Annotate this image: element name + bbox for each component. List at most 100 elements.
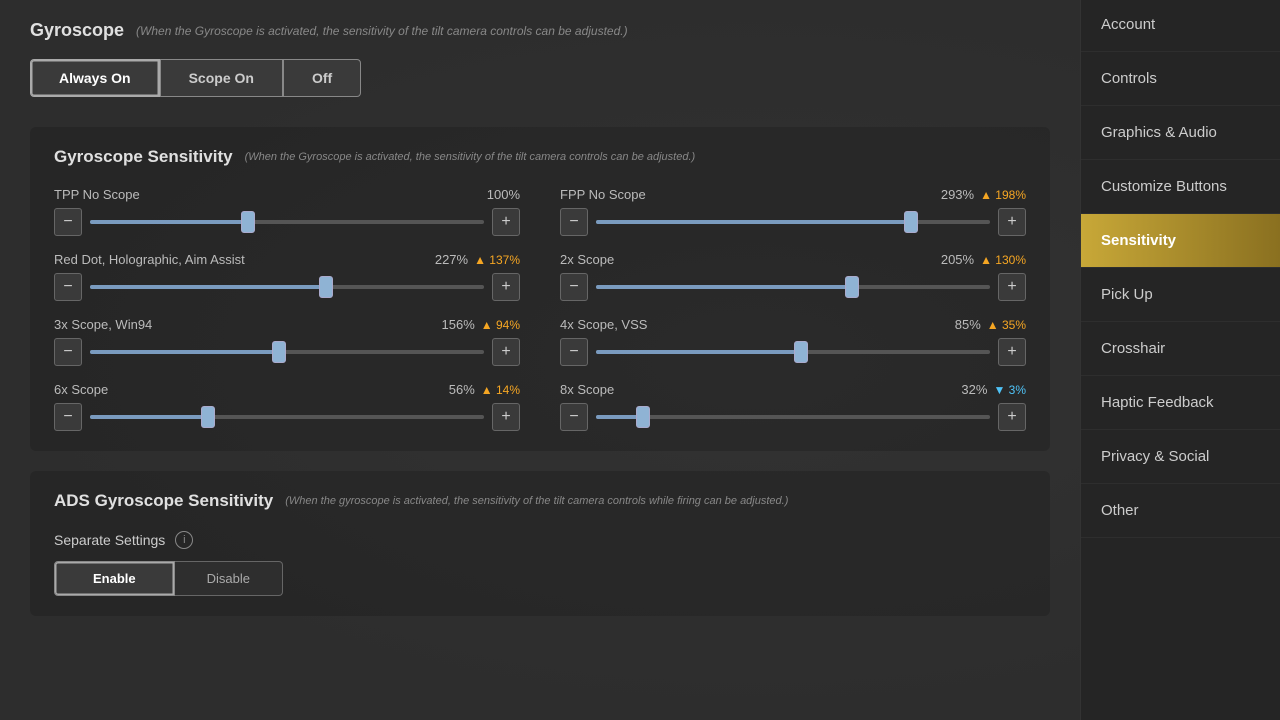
slider-plus-3[interactable]: +	[998, 273, 1026, 301]
slider-track-container-4[interactable]	[90, 338, 484, 366]
slider-label-3: 2x Scope	[560, 252, 614, 267]
slider-plus-5[interactable]: +	[998, 338, 1026, 366]
slider-minus-0[interactable]: −	[54, 208, 82, 236]
enable-disable-group: Enable Disable	[54, 561, 1026, 596]
enable-button[interactable]: Enable	[54, 561, 175, 596]
slider-track-container-5[interactable]	[596, 338, 990, 366]
slider-value-3: 205% ▲ 130%	[941, 252, 1026, 267]
main-content: Gyroscope (When the Gyroscope is activat…	[0, 0, 1080, 720]
slider-thumb-0[interactable]	[241, 211, 255, 233]
slider-track-4	[90, 350, 484, 354]
sidebar-item-customize_buttons[interactable]: Customize Buttons	[1081, 160, 1280, 214]
slider-delta-2: ▲ 137%	[474, 253, 520, 267]
slider-label-row-0: TPP No Scope 100%	[54, 187, 520, 202]
sidebar-item-other[interactable]: Other	[1081, 484, 1280, 538]
gyroscope-title: Gyroscope	[30, 20, 124, 41]
ads-section-subtitle: (When the gyroscope is activated, the se…	[285, 495, 788, 507]
slider-track-container-1[interactable]	[596, 208, 990, 236]
slider-track-container-3[interactable]	[596, 273, 990, 301]
sidebar-item-crosshair[interactable]: Crosshair	[1081, 322, 1280, 376]
slider-label-6: 6x Scope	[54, 382, 108, 397]
slider-controls-3: − +	[560, 273, 1026, 301]
slider-thumb-4[interactable]	[272, 341, 286, 363]
slider-delta-1: ▲ 198%	[980, 188, 1026, 202]
slider-fill-4	[90, 350, 279, 354]
slider-plus-6[interactable]: +	[492, 403, 520, 431]
slider-label-row-4: 3x Scope, Win94 156% ▲ 94%	[54, 317, 520, 332]
slider-plus-2[interactable]: +	[492, 273, 520, 301]
slider-thumb-3[interactable]	[845, 276, 859, 298]
sidebar-item-account[interactable]: Account	[1081, 0, 1280, 52]
slider-plus-7[interactable]: +	[998, 403, 1026, 431]
slider-track-container-6[interactable]	[90, 403, 484, 431]
slider-thumb-6[interactable]	[201, 406, 215, 428]
slider-plus-1[interactable]: +	[998, 208, 1026, 236]
slider-row-0: TPP No Scope 100% − +	[54, 187, 520, 236]
slider-fill-2	[90, 285, 326, 289]
off-button[interactable]: Off	[283, 59, 361, 97]
slider-controls-4: − +	[54, 338, 520, 366]
slider-value-1: 293% ▲ 198%	[941, 187, 1026, 202]
slider-label-row-2: Red Dot, Holographic, Aim Assist 227% ▲ …	[54, 252, 520, 267]
slider-row-3: 2x Scope 205% ▲ 130% − +	[560, 252, 1026, 301]
slider-thumb-5[interactable]	[794, 341, 808, 363]
slider-minus-6[interactable]: −	[54, 403, 82, 431]
sidebar-item-graphics__audio[interactable]: Graphics & Audio	[1081, 106, 1280, 160]
slider-row-1: FPP No Scope 293% ▲ 198% − +	[560, 187, 1026, 236]
sliders-grid: TPP No Scope 100% − + FPP No Scope 293% …	[54, 187, 1026, 431]
slider-row-5: 4x Scope, VSS 85% ▲ 35% − +	[560, 317, 1026, 366]
ads-sensitivity-section: ADS Gyroscope Sensitivity (When the gyro…	[30, 471, 1050, 616]
slider-track-container-7[interactable]	[596, 403, 990, 431]
sidebar-item-privacy__social[interactable]: Privacy & Social	[1081, 430, 1280, 484]
disable-button[interactable]: Disable	[175, 561, 283, 596]
slider-track-container-2[interactable]	[90, 273, 484, 301]
slider-thumb-1[interactable]	[904, 211, 918, 233]
separate-settings-label: Separate Settings	[54, 532, 165, 548]
slider-delta-4: ▲ 94%	[481, 318, 520, 332]
slider-value-6: 56% ▲ 14%	[449, 382, 520, 397]
slider-label-4: 3x Scope, Win94	[54, 317, 152, 332]
slider-value-4: 156% ▲ 94%	[442, 317, 520, 332]
slider-delta-5: ▲ 35%	[987, 318, 1026, 332]
info-icon[interactable]: i	[175, 531, 193, 549]
slider-row-2: Red Dot, Holographic, Aim Assist 227% ▲ …	[54, 252, 520, 301]
slider-minus-1[interactable]: −	[560, 208, 588, 236]
slider-value-2: 227% ▲ 137%	[435, 252, 520, 267]
ads-section-header: ADS Gyroscope Sensitivity (When the gyro…	[54, 491, 1026, 511]
slider-thumb-2[interactable]	[319, 276, 333, 298]
slider-minus-2[interactable]: −	[54, 273, 82, 301]
slider-track-7	[596, 415, 990, 419]
slider-value-5: 85% ▲ 35%	[955, 317, 1026, 332]
slider-track-0	[90, 220, 484, 224]
sidebar-item-pick_up[interactable]: Pick Up	[1081, 268, 1280, 322]
slider-controls-6: − +	[54, 403, 520, 431]
slider-thumb-7[interactable]	[636, 406, 650, 428]
slider-minus-5[interactable]: −	[560, 338, 588, 366]
section-title: Gyroscope Sensitivity	[54, 147, 233, 167]
sidebar-item-haptic_feedback[interactable]: Haptic Feedback	[1081, 376, 1280, 430]
slider-minus-7[interactable]: −	[560, 403, 588, 431]
slider-fill-3	[596, 285, 852, 289]
slider-track-container-0[interactable]	[90, 208, 484, 236]
slider-track-5	[596, 350, 990, 354]
slider-controls-5: − +	[560, 338, 1026, 366]
slider-minus-4[interactable]: −	[54, 338, 82, 366]
slider-plus-4[interactable]: +	[492, 338, 520, 366]
sidebar-item-controls[interactable]: Controls	[1081, 52, 1280, 106]
slider-track-3	[596, 285, 990, 289]
scope-on-button[interactable]: Scope On	[160, 59, 283, 97]
always-on-button[interactable]: Always On	[30, 59, 160, 97]
slider-label-row-3: 2x Scope 205% ▲ 130%	[560, 252, 1026, 267]
slider-delta-3: ▲ 130%	[980, 253, 1026, 267]
sidebar-item-sensitivity[interactable]: Sensitivity	[1081, 214, 1280, 268]
slider-minus-3[interactable]: −	[560, 273, 588, 301]
slider-fill-5	[596, 350, 801, 354]
slider-controls-0: − +	[54, 208, 520, 236]
slider-controls-1: − +	[560, 208, 1026, 236]
slider-plus-0[interactable]: +	[492, 208, 520, 236]
slider-row-7: 8x Scope 32% ▼ 3% − +	[560, 382, 1026, 431]
gyroscope-toggle-group: Always On Scope On Off	[30, 59, 1050, 97]
slider-fill-6	[90, 415, 208, 419]
slider-label-5: 4x Scope, VSS	[560, 317, 647, 332]
slider-label-2: Red Dot, Holographic, Aim Assist	[54, 252, 245, 267]
